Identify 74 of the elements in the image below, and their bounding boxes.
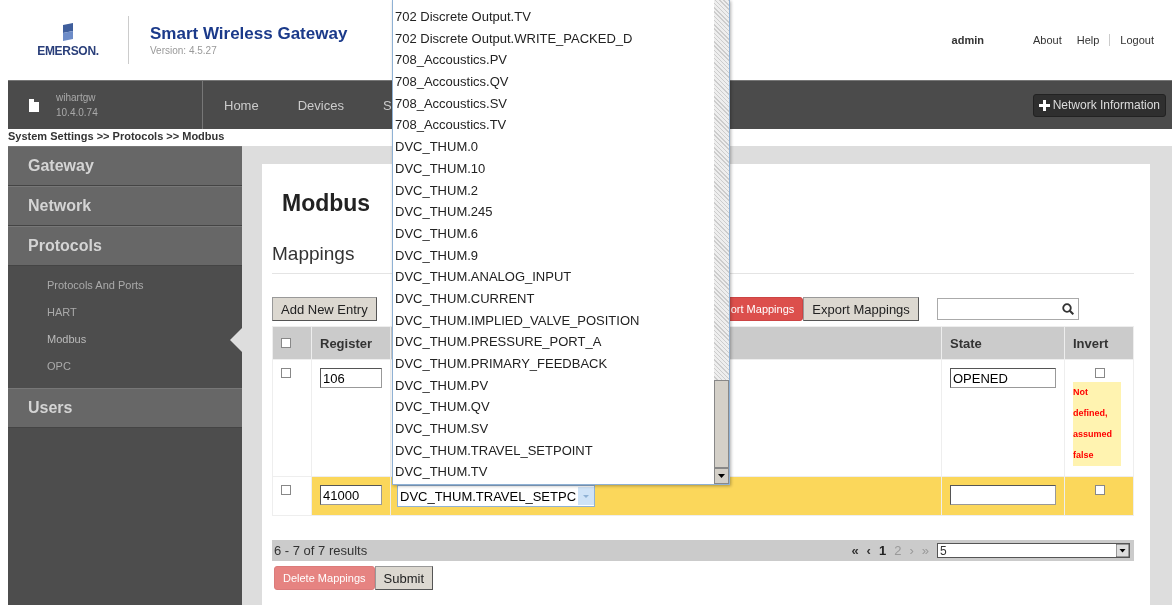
dropdown-option[interactable]: DVC_THUM.0: [393, 136, 714, 158]
checkbox[interactable]: [281, 368, 291, 378]
warning-text: Not defined, assumed false: [1073, 382, 1121, 466]
dropdown-option[interactable]: DVC_THUM.CURRENT: [393, 287, 714, 310]
dropdown-option[interactable]: DVC_THUM.2: [393, 179, 714, 202]
dropdown-option[interactable]: 702 Discrete Output.TV: [393, 6, 714, 28]
dropdown-option[interactable]: DVC_THUM.IMPLIED_VALVE_POSITION: [393, 309, 714, 332]
state-field[interactable]: OPENED: [950, 368, 1056, 388]
dropdown-option[interactable]: DVC_THUM.PV: [393, 374, 714, 397]
nav-item[interactable]: Home: [224, 97, 259, 113]
dropdown-option[interactable]: 702 Discrete Output.WRITE_PACKED_D: [393, 27, 714, 50]
checkbox[interactable]: [1095, 485, 1105, 495]
scroll-down-icon: [714, 468, 729, 484]
sidebar-section[interactable]: Users: [8, 388, 242, 428]
breadcrumb: System Settings >> Protocols >> Modbus: [8, 129, 226, 144]
host-ip: 10.4.0.74: [56, 106, 98, 120]
network-information-button[interactable]: Network Information: [1032, 93, 1166, 117]
dropdown-option[interactable]: 708_Accoustics.SV: [393, 92, 714, 115]
dropdown-arrow-icon: [1116, 544, 1129, 557]
host-name: wihartgw: [56, 91, 97, 105]
logo-icon: [60, 22, 76, 41]
state-field[interactable]: [950, 485, 1056, 505]
results-summary: 6 - 7 of 7 results: [273, 543, 368, 558]
dropdown-option[interactable]: 708_Accoustics.TV: [393, 114, 714, 137]
sidebar-section[interactable]: Network: [8, 186, 242, 226]
search-icon: [1061, 303, 1074, 315]
brand-name: EMERSON.: [37, 43, 99, 58]
dropdown-option[interactable]: 708_Accoustics.QV: [393, 71, 714, 93]
nav-item[interactable]: S: [382, 97, 392, 113]
dropdown-option[interactable]: DVC_THUM.PRIMARY_FEEDBACK: [393, 353, 714, 375]
app-title: Smart Wireless Gateway: [150, 24, 348, 44]
dropdown-option[interactable]: 708_Accoustics.PV: [393, 49, 714, 72]
sidebar-item[interactable]: Protocols And Ports: [8, 272, 242, 299]
dropdown-option[interactable]: DVC_THUM.QV: [393, 396, 714, 419]
header-link[interactable]: About: [1032, 34, 1062, 46]
scrollbar-thumb[interactable]: [714, 380, 729, 468]
sidebar-item[interactable]: Modbus: [8, 326, 242, 353]
page-title: Modbus: [282, 190, 371, 217]
dropdown-option[interactable]: DVC_THUM.9: [393, 244, 714, 267]
pager-link[interactable]: «: [851, 543, 859, 558]
plus-icon: [1038, 99, 1050, 111]
pager-link[interactable]: ‹: [866, 543, 871, 558]
dropdown-option[interactable]: DVC_THUM.245: [393, 201, 714, 223]
pager-link[interactable]: 1: [878, 543, 887, 558]
sidebar-item[interactable]: OPC: [8, 353, 242, 380]
user-name: admin: [951, 34, 984, 46]
dropdown-option[interactable]: DVC_THUM.10: [393, 157, 714, 180]
sidebar-item[interactable]: HART: [8, 299, 242, 326]
column-header: Invert: [1073, 335, 1109, 351]
dropdown-option[interactable]: DVC_THUM.6: [393, 222, 714, 245]
scrollbar[interactable]: [714, 0, 729, 484]
dropdown-option[interactable]: DVC_THUM.TRAVEL_SETPOINT: [393, 439, 714, 462]
register-field[interactable]: 106: [320, 368, 382, 388]
search-field[interactable]: [936, 298, 1079, 320]
sidebar-section[interactable]: Protocols: [8, 226, 242, 266]
sidebar-section[interactable]: Gateway: [8, 146, 242, 186]
column-header: State: [950, 335, 982, 351]
register-field[interactable]: 41000: [320, 485, 382, 505]
checkbox[interactable]: [1095, 368, 1105, 378]
header-link[interactable]: Logout: [1109, 34, 1154, 46]
version-label: Version: 4.5.27: [150, 45, 218, 56]
nav-item[interactable]: Devices: [297, 97, 344, 113]
toolbar-button[interactable]: Export Mappings: [803, 297, 919, 321]
column-header: Register: [320, 335, 373, 351]
action-button[interactable]: Submit: [374, 566, 434, 590]
page-size-select[interactable]: 5: [937, 543, 1130, 558]
header-link[interactable]: Help: [1076, 34, 1100, 46]
checkbox[interactable]: [281, 338, 291, 348]
dropdown-option[interactable]: DVC_THUM.SV: [393, 418, 714, 440]
point-select[interactable]: DVC_THUM.TRAVEL_SETPC: [397, 485, 595, 507]
toolbar-button[interactable]: Add New Entry: [272, 297, 377, 321]
device-icon: [29, 98, 39, 112]
checkbox[interactable]: [281, 485, 291, 495]
dropdown-option[interactable]: DVC_THUM.TV: [393, 461, 714, 484]
